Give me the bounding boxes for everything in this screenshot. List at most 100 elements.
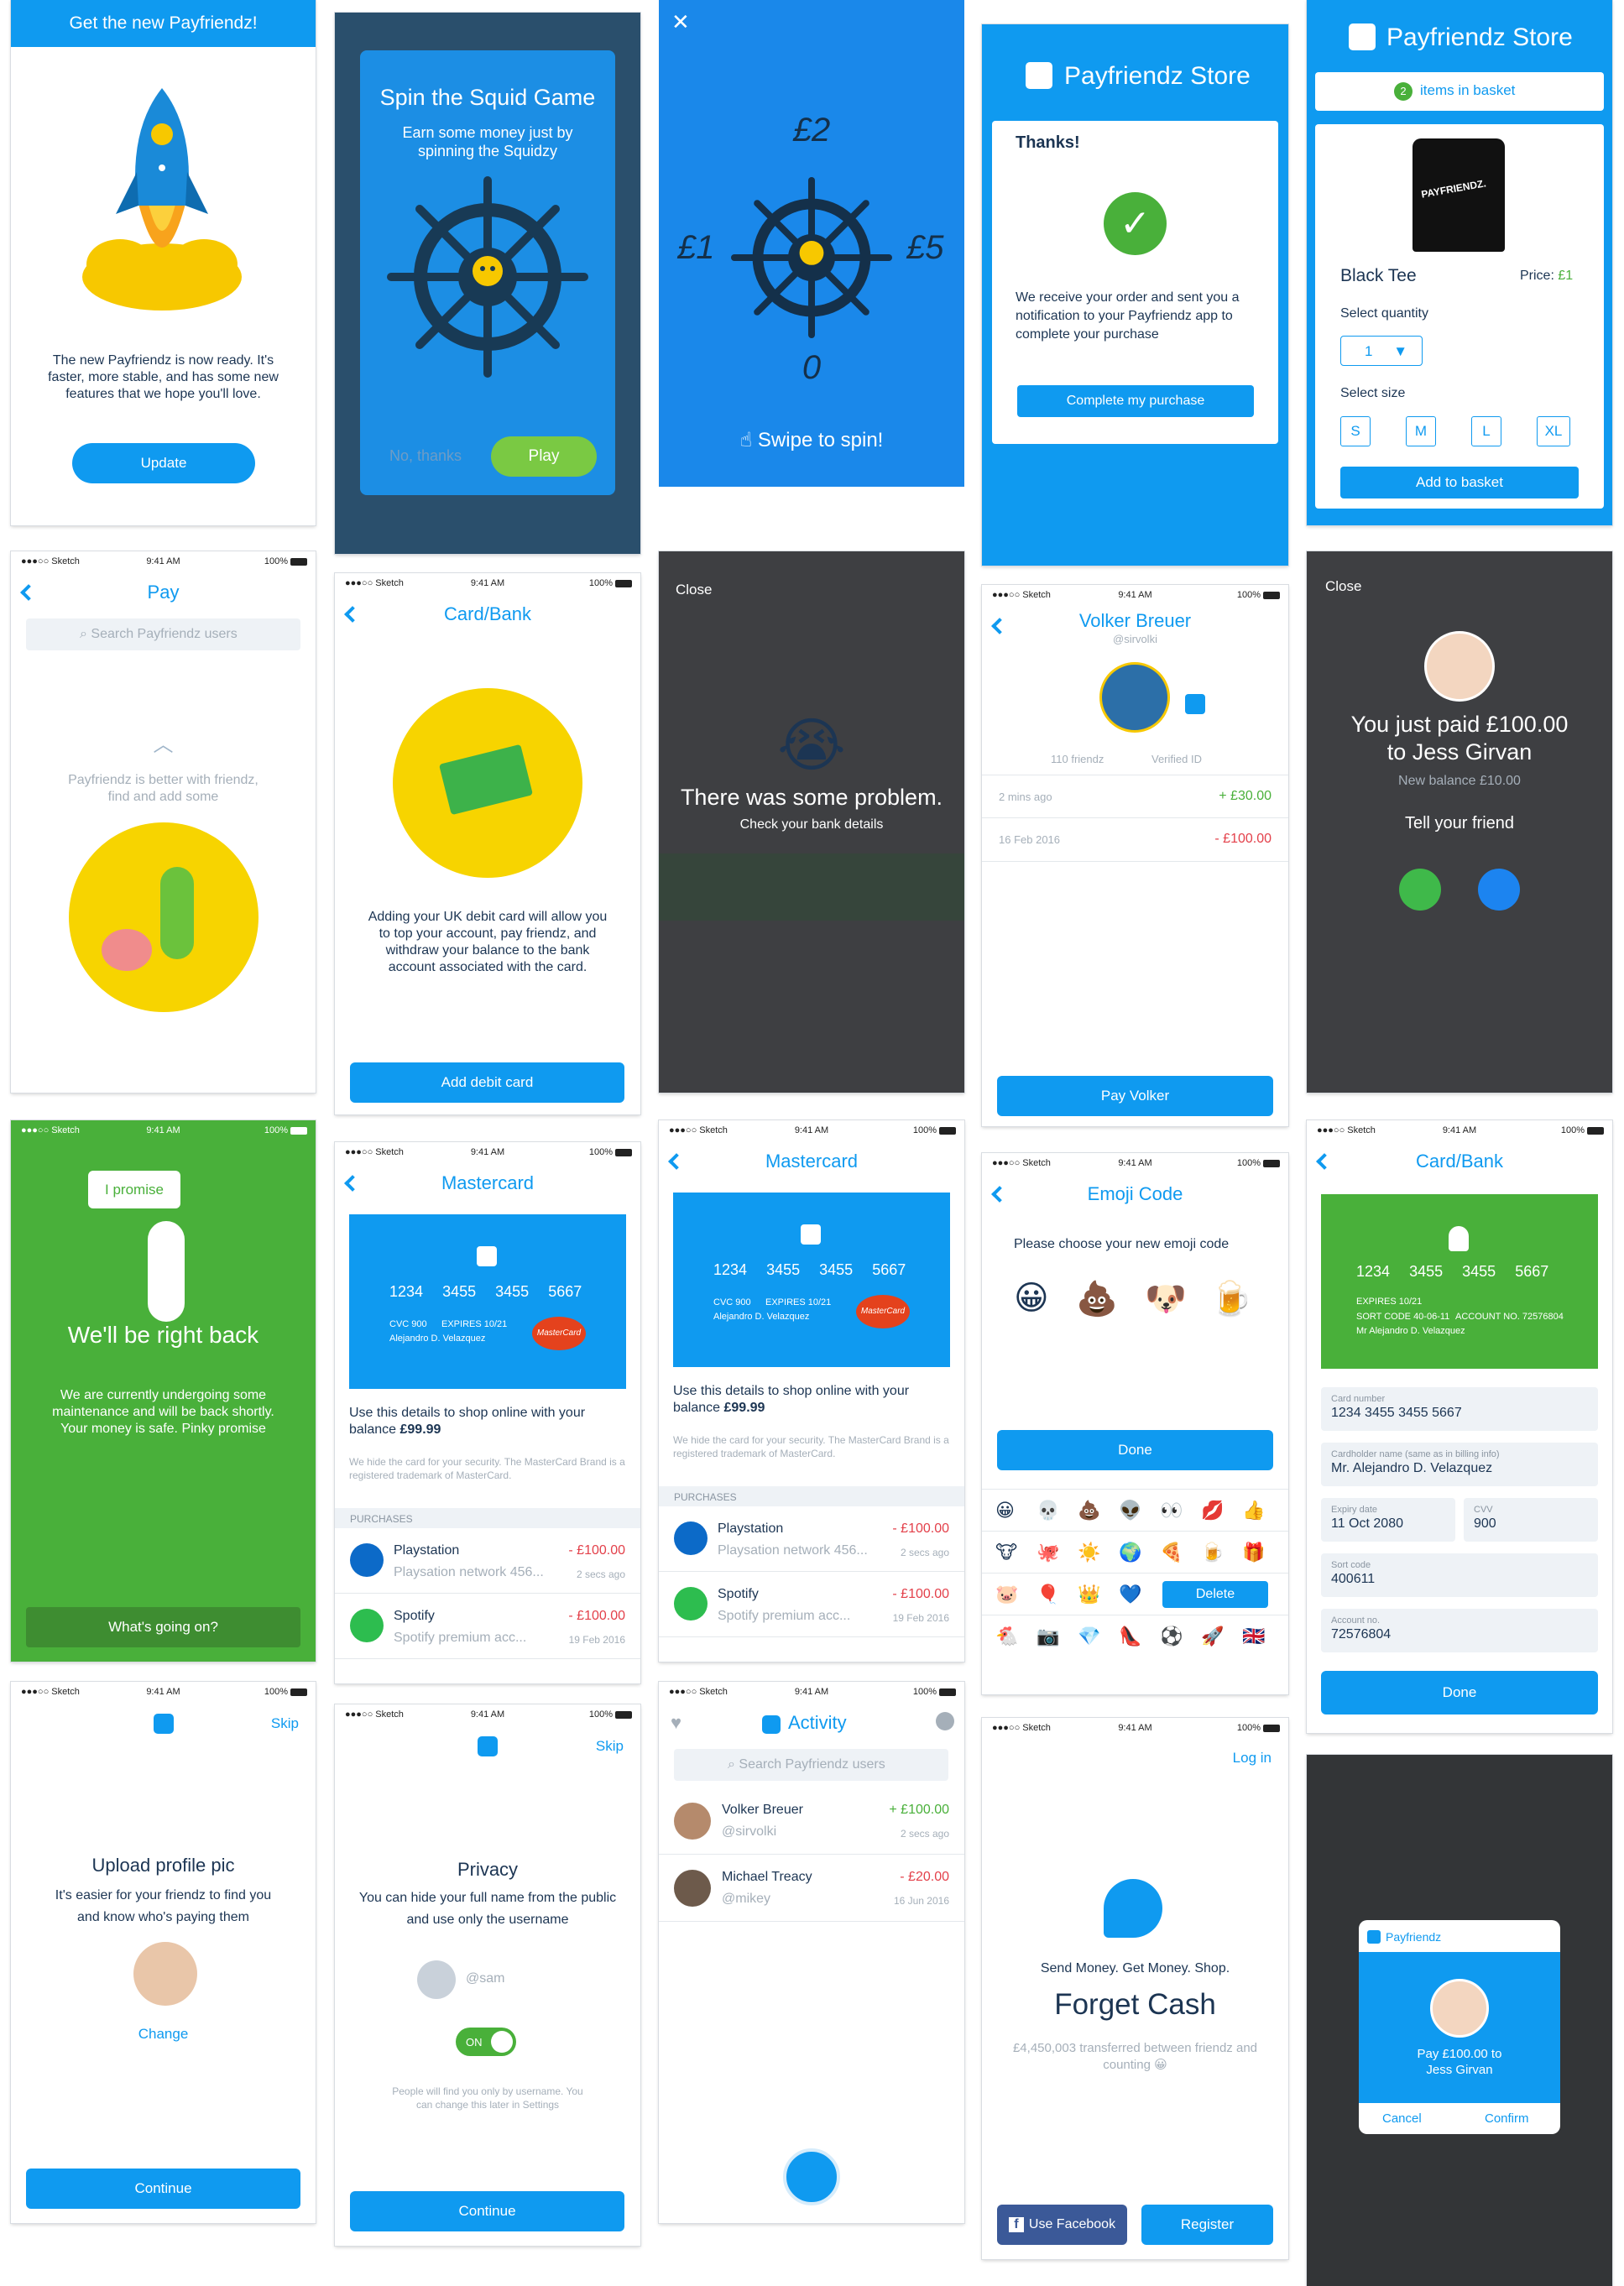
table-row[interactable]: Spotify - £100.00 Spotify premium acc...…: [659, 1572, 964, 1637]
skip-button[interactable]: Skip: [271, 1715, 299, 1732]
search-input[interactable]: ⌕ Search Payfriendz users: [674, 1749, 948, 1781]
avatar: [1099, 662, 1170, 733]
emoji-key[interactable]: 💀: [1037, 1500, 1059, 1521]
play-button[interactable]: Play: [491, 436, 597, 477]
close-button[interactable]: Close: [676, 582, 712, 598]
emoji-key[interactable]: 💙: [1119, 1584, 1141, 1605]
delete-button[interactable]: Delete: [1162, 1581, 1268, 1608]
cardholder-name-field[interactable]: Cardholder name (same as in billing info…: [1321, 1443, 1598, 1486]
bank-card[interactable]: 1234 3455 3455 5667 EXPIRES 10/21 SORT C…: [1321, 1194, 1598, 1369]
page-title: Mastercard: [765, 1151, 859, 1172]
screen-card-bank-filled: ●●●○○ Sketch 9:41 AM 100% Card/Bank 1234 3…: [1307, 1120, 1612, 1733]
card-expiry: EXPIRES 10/21: [1356, 1297, 1423, 1307]
status-bar: ●●●○○ Sketch 9:41 AM 100%: [11, 1682, 316, 1702]
emoji-key[interactable]: 🌍: [1119, 1542, 1141, 1563]
done-button[interactable]: Done: [997, 1430, 1273, 1470]
card-number-field[interactable]: Card number 1234 3455 3455 5667: [1321, 1387, 1598, 1431]
update-button[interactable]: Update: [72, 443, 255, 483]
emoji-key[interactable]: 🚀: [1201, 1626, 1224, 1647]
quantity-select[interactable]: 1 ▼: [1340, 336, 1423, 366]
emoji-key[interactable]: 🇬🇧: [1242, 1626, 1265, 1647]
table-row[interactable]: Michael Treacy - £20.00 @mikey 16 Jun 20…: [659, 1855, 964, 1922]
emoji-key[interactable]: 📷: [1037, 1626, 1059, 1647]
size-xl[interactable]: XL: [1537, 416, 1570, 446]
avatar[interactable]: [133, 1942, 197, 2006]
close-icon[interactable]: ✕: [671, 11, 692, 33]
size-m[interactable]: M: [1406, 416, 1436, 446]
continue-button[interactable]: Continue: [26, 2169, 300, 2209]
pay-button[interactable]: Pay Volker: [997, 1076, 1273, 1116]
emoji-key[interactable]: 🐔: [995, 1626, 1018, 1647]
emoji-key[interactable]: 🍺: [1201, 1542, 1224, 1563]
emoji-key[interactable]: ⚽: [1160, 1626, 1183, 1647]
emoji-key[interactable]: 🍕: [1160, 1542, 1183, 1563]
whats-going-on-button[interactable]: What's going on?: [26, 1607, 300, 1647]
status-battery: 100%: [264, 556, 307, 566]
add-debit-card-button[interactable]: Add debit card: [350, 1062, 624, 1103]
card-note: We hide the card for your security. The …: [349, 1456, 625, 1481]
tx-desc: Playsation network 456...: [718, 1543, 868, 1558]
ship-wheel-icon[interactable]: [728, 174, 896, 342]
card-bank-body: Adding your UK debit card will allow you…: [368, 910, 608, 974]
page-title: Activity: [788, 1712, 847, 1733]
table-row[interactable]: Volker Breuer + £100.00 @sirvolki 2 secs…: [659, 1788, 964, 1855]
whatsapp-icon[interactable]: [1399, 869, 1441, 911]
emoji-key[interactable]: 🎈: [1037, 1584, 1059, 1605]
emoji-key[interactable]: 👀: [1160, 1500, 1183, 1521]
table-row[interactable]: Playstation - £100.00 Playsation network…: [335, 1528, 640, 1594]
confirm-button[interactable]: Confirm: [1485, 2111, 1529, 2126]
tx-desc: Playsation network 456...: [394, 1565, 544, 1579]
skip-button[interactable]: Skip: [596, 1738, 624, 1755]
virtual-card[interactable]: 1234 3455 3455 5667 CVC 900 EXPIRES 10/2…: [673, 1193, 950, 1367]
size-l[interactable]: L: [1471, 416, 1501, 446]
register-button[interactable]: Register: [1141, 2205, 1273, 2245]
emoji-key[interactable]: 👑: [1078, 1584, 1100, 1605]
login-link[interactable]: Log in: [1233, 1750, 1272, 1767]
emoji-key[interactable]: 🐙: [1037, 1542, 1059, 1563]
messenger-icon[interactable]: [1478, 869, 1520, 911]
emoji-key[interactable]: 🐷: [995, 1584, 1018, 1605]
search-input[interactable]: ⌕ Search Payfriendz users: [26, 618, 300, 650]
complete-purchase-button[interactable]: Complete my purchase: [1017, 385, 1254, 417]
done-button[interactable]: Done: [1321, 1671, 1598, 1714]
thanks-title: Thanks!: [1016, 133, 1080, 152]
tx-date: 2 mins ago: [999, 791, 1052, 803]
no-thanks-button[interactable]: No, thanks: [389, 447, 462, 465]
heart-icon[interactable]: ♥: [671, 1712, 681, 1734]
status-battery: 100%: [589, 1147, 632, 1157]
add-to-basket-button[interactable]: Add to basket: [1340, 467, 1579, 498]
account-number-field[interactable]: Account no. 72576804: [1321, 1609, 1598, 1652]
cancel-button[interactable]: Cancel: [1382, 2111, 1422, 2126]
privacy-toggle[interactable]: ON: [456, 2028, 516, 2056]
screen-spin: ✕ £2 £1 £5 0 ☝ Swipe to spin!: [659, 0, 964, 487]
size-s[interactable]: S: [1340, 416, 1371, 446]
sort-code-field[interactable]: Sort code 400611: [1321, 1553, 1598, 1597]
emoji-key[interactable]: 🐮: [995, 1542, 1017, 1563]
change-photo-link[interactable]: Change: [11, 2026, 316, 2043]
emoji-key[interactable]: 💎: [1078, 1626, 1100, 1647]
squid-face-icon[interactable]: [936, 1712, 954, 1730]
emoji-key[interactable]: 👽: [1119, 1500, 1141, 1521]
emoji-key[interactable]: 🎁: [1242, 1542, 1265, 1563]
emoji-key[interactable]: 💩: [1078, 1500, 1100, 1521]
emoji-key[interactable]: 👍: [1242, 1500, 1265, 1521]
emoji-key[interactable]: ☀️: [1078, 1542, 1100, 1563]
emoji-key[interactable]: 😀: [995, 1500, 1015, 1521]
facebook-button[interactable]: f Use Facebook: [997, 2205, 1127, 2245]
tx-date: 16 Jun 2016: [893, 1895, 949, 1907]
emoji-key[interactable]: 💋: [1201, 1500, 1224, 1521]
expiry-date-field[interactable]: Expiry date 11 Oct 2080: [1321, 1498, 1455, 1542]
squid-fab-icon[interactable]: [783, 2148, 840, 2205]
continue-button[interactable]: Continue: [350, 2191, 624, 2231]
update-body: The new Payfriendz is now ready. It's fa…: [48, 353, 279, 401]
table-row[interactable]: 2 mins ago + £30.00: [982, 775, 1288, 818]
table-row[interactable]: Playstation - £100.00 Playsation network…: [659, 1506, 964, 1572]
emoji-key[interactable]: 👠: [1119, 1626, 1141, 1647]
table-row[interactable]: Spotify - £100.00 Spotify premium acc...…: [335, 1594, 640, 1659]
close-button[interactable]: Close: [1325, 578, 1361, 595]
spin-right-value: £5: [906, 229, 944, 266]
cvv-field[interactable]: CVV 900: [1464, 1498, 1598, 1542]
chosen-emoji-1: 😀: [1014, 1280, 1049, 1317]
table-row[interactable]: 16 Feb 2016 - £100.00: [982, 818, 1288, 862]
virtual-card[interactable]: 1234 3455 3455 5667 CVC 900 EXPIRES 10/2…: [349, 1214, 626, 1389]
